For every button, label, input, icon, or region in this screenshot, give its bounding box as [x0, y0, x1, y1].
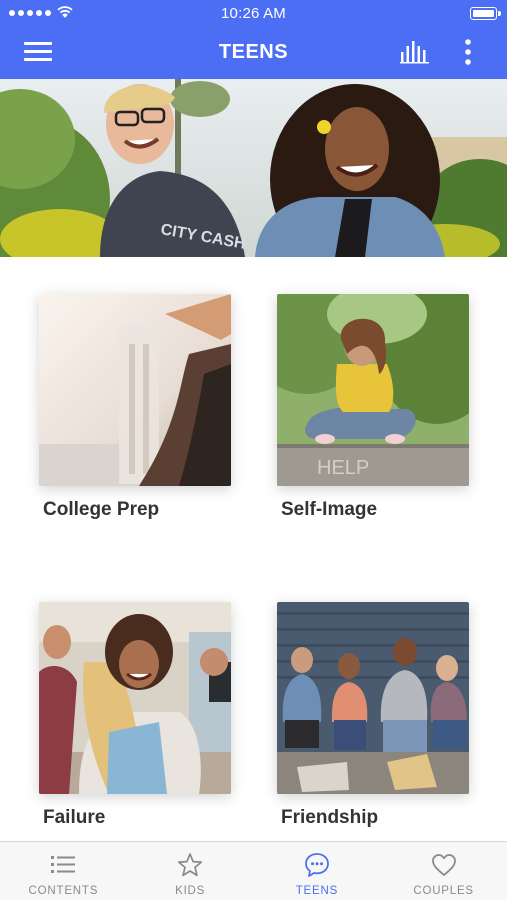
- list-icon: [51, 856, 76, 873]
- svg-text:HELP: HELP: [317, 457, 369, 479]
- more-vertical-icon[interactable]: [462, 38, 474, 66]
- topic-card-college-prep[interactable]: College Prep: [39, 294, 231, 521]
- bar-chart-icon[interactable]: [400, 40, 430, 64]
- hero-image: CITY CASH: [0, 79, 507, 257]
- tab-label: COUPLES: [413, 885, 474, 897]
- topic-label: Self-Image: [281, 499, 378, 520]
- topic-label: College Prep: [43, 499, 160, 520]
- battery-icon: [470, 7, 501, 20]
- college-prep-photo: [39, 294, 231, 486]
- self-image-photo: HELP: [277, 294, 469, 486]
- page-title: TEENS: [218, 41, 289, 63]
- topic-card-failure[interactable]: Failure: [39, 602, 231, 829]
- tab-contents[interactable]: CONTENTS: [0, 842, 127, 900]
- app-screen: 10:26 AM TEENS CITY CASH College Prep HE…: [0, 0, 507, 900]
- star-icon: [177, 853, 203, 877]
- failure-photo: [39, 602, 231, 794]
- friendship-photo: [277, 602, 469, 794]
- topic-label: Failure: [43, 807, 106, 828]
- topic-label: Friendship: [281, 807, 379, 828]
- topic-card-friendship[interactable]: Friendship: [277, 602, 469, 829]
- status-bar: 10:26 AM: [0, 0, 507, 27]
- bottom-tab-bar: CONTENTS KIDS TEENS COUPLES: [0, 841, 507, 900]
- chat-bubble-icon: [304, 853, 329, 877]
- tab-couples[interactable]: COUPLES: [380, 842, 507, 900]
- tab-teens[interactable]: TEENS: [254, 842, 381, 900]
- header-bar: 10:26 AM TEENS: [0, 0, 507, 79]
- tab-label: KIDS: [175, 885, 206, 897]
- topic-card-self-image[interactable]: HELP Self-Image: [277, 294, 469, 521]
- tab-label: TEENS: [295, 885, 339, 897]
- status-time: 10:26 AM: [221, 5, 286, 22]
- tab-label: CONTENTS: [28, 885, 99, 897]
- tab-kids[interactable]: KIDS: [127, 842, 254, 900]
- heart-icon: [431, 854, 456, 876]
